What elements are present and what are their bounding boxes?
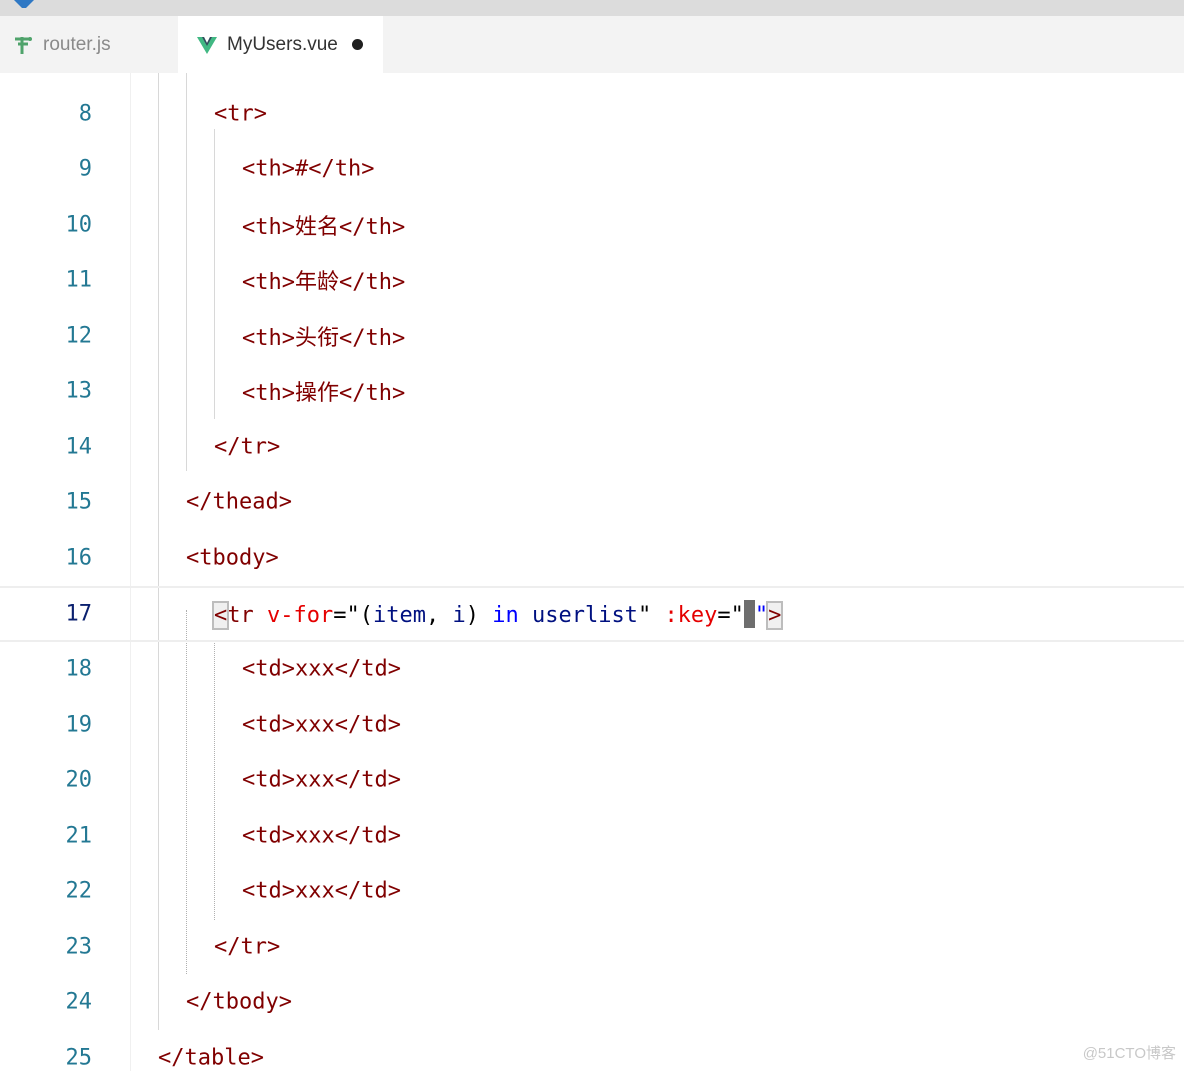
in-keyword: in — [492, 603, 519, 628]
tab-router-js[interactable]: router.js — [0, 16, 178, 73]
code-line: 9 <th>#</th> — [0, 141, 1184, 197]
code-line: 10 <th>姓名</th> — [0, 197, 1184, 253]
code-line: 25 </table> — [0, 1030, 1184, 1071]
code-line: 11 <th>年龄</th> — [0, 252, 1184, 308]
line-number: 18 — [65, 656, 93, 682]
code-line: 8 <tr> — [0, 86, 1184, 142]
code-line: 21 <td>xxx</td> — [0, 808, 1184, 864]
line-number: 11 — [65, 267, 93, 293]
window-title-strip — [0, 0, 1184, 16]
editor-tab-bar: router.js MyUsers.vue — [0, 16, 1184, 74]
code-line: 15 </thead> — [0, 474, 1184, 530]
quote-punctuation: " — [754, 603, 769, 628]
code-text: <tr v-for="(item, i) in userlist" :key="… — [211, 600, 784, 630]
code-text: <tbody> — [186, 545, 279, 571]
line-number: 19 — [65, 712, 93, 738]
line-number: 25 — [65, 1045, 93, 1071]
code-text: <th>操作</th> — [242, 381, 406, 406]
code-line: 18 <td>xxx</td> — [0, 641, 1184, 697]
code-text: <th>#</th> — [242, 156, 375, 182]
line-number: 15 — [65, 489, 93, 515]
line-number: 20 — [65, 767, 93, 793]
code-text: </tr> — [214, 934, 281, 960]
index-variable: i — [452, 603, 466, 628]
code-line: 19 <td>xxx</td> — [0, 697, 1184, 753]
code-text: <tr> — [214, 101, 267, 127]
code-line: 22 <td>xxx</td> — [0, 863, 1184, 919]
attribute-name: v-for — [267, 603, 334, 628]
code-text: </tr> — [214, 434, 281, 460]
tab-myusers-vue[interactable]: MyUsers.vue — [178, 16, 383, 73]
watermark: @51CTO博客 — [1082, 1045, 1176, 1062]
attribute-name: :key — [664, 603, 718, 628]
code-text: <td>xxx</td> — [242, 878, 401, 904]
line-number: 12 — [65, 323, 93, 349]
router-file-icon — [15, 36, 32, 54]
list-variable: userlist — [531, 603, 638, 628]
vue-file-icon — [197, 36, 217, 54]
code-text: <th>姓名</th> — [242, 215, 406, 240]
code-text: <td>xxx</td> — [242, 767, 401, 793]
code-text: </tbody> — [186, 989, 292, 1015]
unsaved-changes-dot-icon[interactable] — [351, 39, 363, 50]
text-cursor[interactable] — [743, 600, 755, 628]
code-text: <th>年龄</th> — [242, 270, 406, 295]
code-text: <th>头衔</th> — [242, 326, 406, 351]
comma-punctuation: , — [425, 603, 453, 628]
line-number: 24 — [65, 989, 93, 1015]
code-line: 23 </tr> — [0, 919, 1184, 975]
line-number: 9 — [78, 156, 92, 182]
code-line: 16 <tbody> — [0, 530, 1184, 586]
attribute-punctuation: ="( — [333, 603, 373, 628]
line-number: 13 — [65, 378, 93, 404]
line-number: 16 — [65, 545, 93, 571]
line-number: 23 — [65, 934, 93, 960]
code-line: 13 <th>操作</th> — [0, 363, 1184, 419]
line-number: 8 — [78, 101, 92, 127]
line-number: 21 — [65, 823, 93, 849]
current-code-line: 17 <tr v-for="(item, i) in userlist" :ke… — [0, 586, 1184, 642]
close-paren-punctuation: ) — [465, 603, 493, 628]
code-line: 14 </tr> — [0, 419, 1184, 475]
vscode-logo-icon — [14, 0, 34, 8]
matched-bracket: > — [766, 601, 784, 630]
code-text: </table> — [158, 1045, 264, 1071]
tab-label: router.js — [43, 33, 111, 55]
line-number: 14 — [65, 434, 93, 460]
code-editor[interactable]: 8 <tr> 9 <th>#</th> 10 <th>姓名</th> 11 <t… — [0, 73, 1184, 1071]
loop-variable: item — [372, 603, 426, 628]
code-line: 12 <th>头衔</th> — [0, 308, 1184, 364]
attribute-punctuation: =" — [717, 603, 744, 628]
code-text: <td>xxx</td> — [242, 712, 401, 738]
matched-bracket: < — [211, 601, 230, 630]
code-line: 24 </tbody> — [0, 974, 1184, 1030]
code-text: <td>xxx</td> — [242, 823, 401, 849]
line-number: 17 — [65, 601, 93, 627]
code-line: 20 <td>xxx</td> — [0, 752, 1184, 808]
line-number: 10 — [65, 212, 93, 238]
tag-name: tr — [227, 603, 254, 628]
code-text: <td>xxx</td> — [242, 656, 401, 682]
code-text: </thead> — [186, 489, 292, 515]
quote-punctuation: " — [637, 603, 665, 628]
tab-label: MyUsers.vue — [227, 33, 338, 55]
line-number: 22 — [65, 878, 93, 904]
